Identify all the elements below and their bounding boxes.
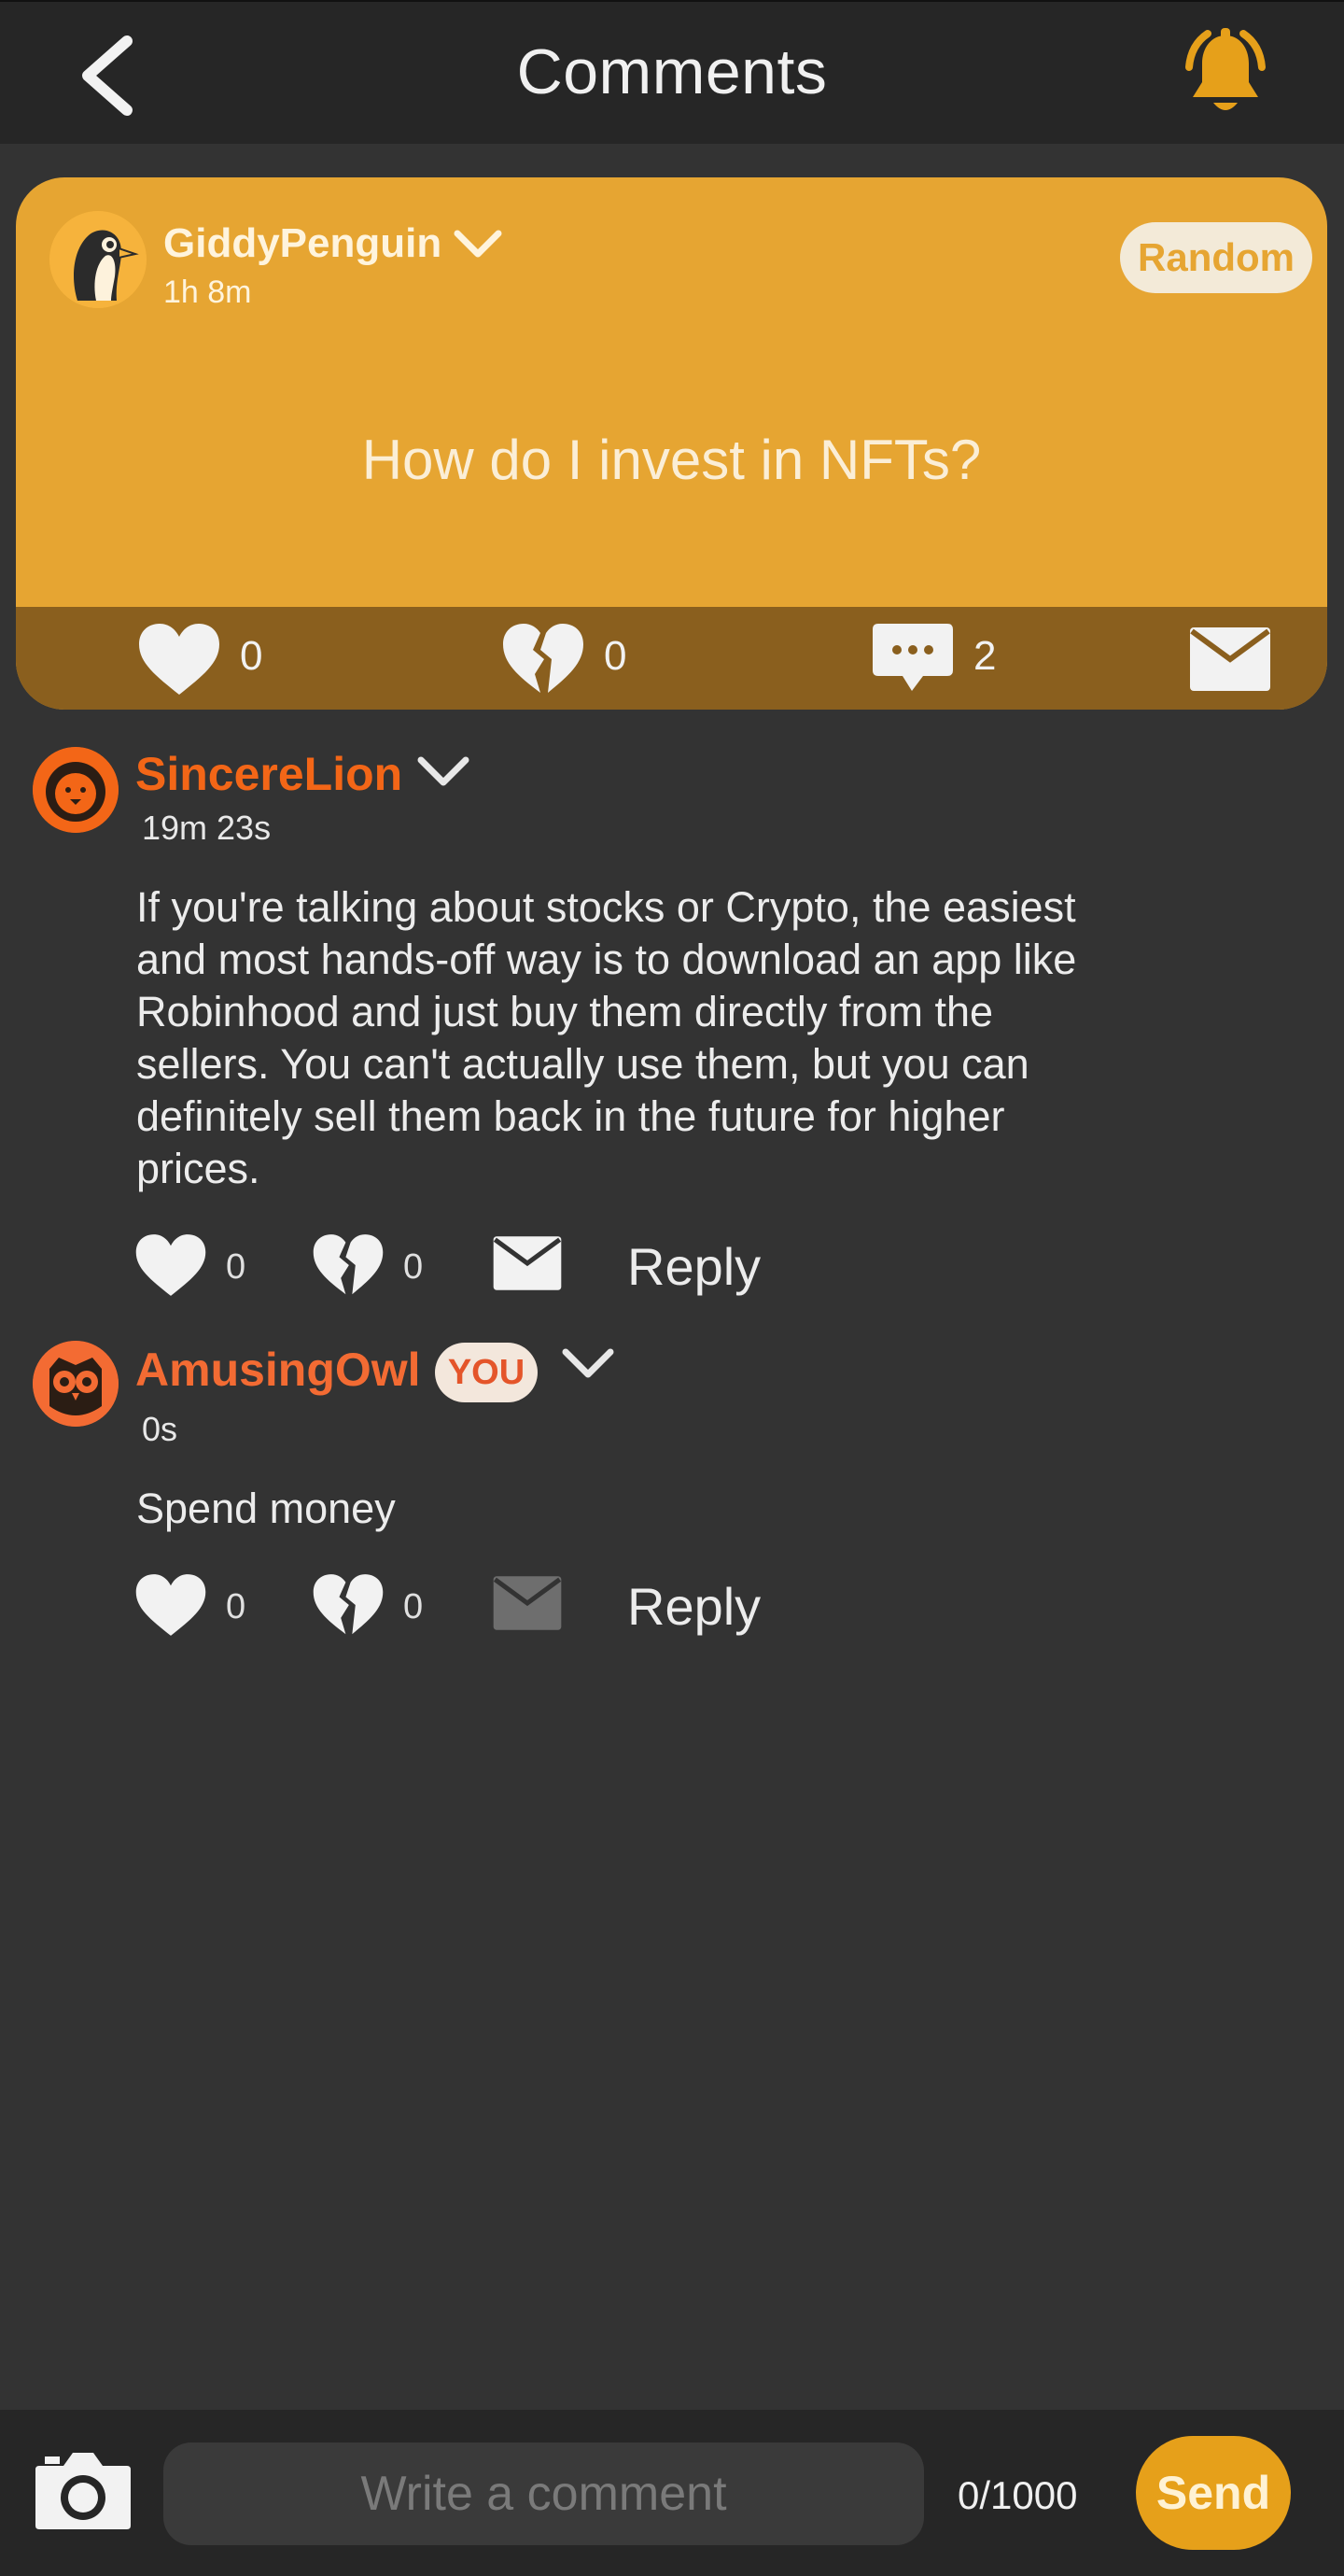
post-author-name[interactable]: GiddyPenguin <box>163 220 441 267</box>
comment-like-button[interactable]: 0 <box>134 1569 256 1643</box>
comment-text: Spend money <box>136 1485 396 1532</box>
post-dislike-button[interactable]: 0 <box>486 607 636 710</box>
post-author-avatar[interactable] <box>49 211 147 308</box>
envelope-icon <box>1190 627 1270 691</box>
comment-dislike-count: 0 <box>403 1247 424 1287</box>
post-like-button[interactable]: 0 <box>122 607 272 710</box>
comment-bubble-icon <box>873 624 953 691</box>
comment-dislike-button[interactable]: 0 <box>312 1229 433 1303</box>
camera-button[interactable] <box>32 2447 134 2533</box>
commenter-avatar[interactable] <box>33 1341 119 1427</box>
comment-like-count: 0 <box>226 1587 246 1626</box>
post-like-count: 0 <box>240 633 263 679</box>
reply-button[interactable]: Reply <box>627 1236 761 1297</box>
comment-options-button[interactable] <box>558 1344 618 1382</box>
commenter-name[interactable]: SincereLion <box>135 747 402 801</box>
reply-button[interactable]: Reply <box>627 1576 761 1637</box>
comment-dislike-button[interactable]: 0 <box>312 1569 433 1643</box>
comment-message-button-disabled <box>492 1574 567 1634</box>
lion-icon <box>33 747 119 833</box>
chevron-down-icon <box>454 230 502 258</box>
notifications-button[interactable] <box>1174 24 1277 127</box>
random-badge[interactable]: Random <box>1120 222 1312 293</box>
comment-timestamp: 0s <box>142 1410 178 1448</box>
heart-icon <box>135 1574 206 1636</box>
camera-icon <box>35 2453 131 2529</box>
broken-heart-icon <box>503 624 583 693</box>
post-options-button[interactable] <box>450 224 506 261</box>
post-action-bar: 0 0 2 <box>16 607 1327 710</box>
comment-message-button[interactable] <box>492 1234 567 1294</box>
post-timestamp: 1h 8m <box>163 274 252 310</box>
post-comments-button[interactable]: 2 <box>856 607 1005 710</box>
post-question: How do I invest in NFTs? <box>361 429 982 491</box>
envelope-icon <box>493 1576 562 1630</box>
broken-heart-icon <box>313 1574 384 1635</box>
bell-icon <box>1185 28 1266 110</box>
page-title: Comments <box>516 36 828 107</box>
comment-composer: 0/1000 Send <box>0 2410 1344 2576</box>
you-badge: YOU <box>435 1343 538 1402</box>
comment-timestamp: 19m 23s <box>142 809 272 847</box>
chevron-down-icon <box>562 1348 614 1378</box>
commenter-name[interactable]: AmusingOwl <box>135 1343 421 1397</box>
comment-like-count: 0 <box>226 1247 246 1287</box>
comment-text: If you're talking about stocks or Crypto… <box>136 883 1077 1192</box>
owl-icon <box>33 1341 119 1427</box>
character-counter: 0/1000 <box>958 2473 1078 2517</box>
chevron-down-icon <box>417 756 469 786</box>
heart-icon <box>135 1234 206 1296</box>
send-button[interactable]: Send <box>1136 2436 1291 2550</box>
comment-options-button[interactable] <box>413 753 473 790</box>
heart-icon <box>139 624 219 695</box>
envelope-icon <box>493 1236 562 1290</box>
post-card: GiddyPenguin 1h 8m Random How do I inves… <box>16 177 1327 710</box>
broken-heart-icon <box>313 1234 384 1295</box>
comment-dislike-count: 0 <box>403 1587 424 1626</box>
post-dislike-count: 0 <box>604 633 627 679</box>
comment-like-button[interactable]: 0 <box>134 1229 256 1303</box>
comment-input[interactable] <box>163 2442 924 2545</box>
post-message-button[interactable] <box>1173 607 1276 710</box>
penguin-icon <box>49 211 147 308</box>
top-bar: Comments <box>0 0 1344 144</box>
post-comment-count: 2 <box>973 633 997 679</box>
commenter-avatar[interactable] <box>33 747 119 833</box>
